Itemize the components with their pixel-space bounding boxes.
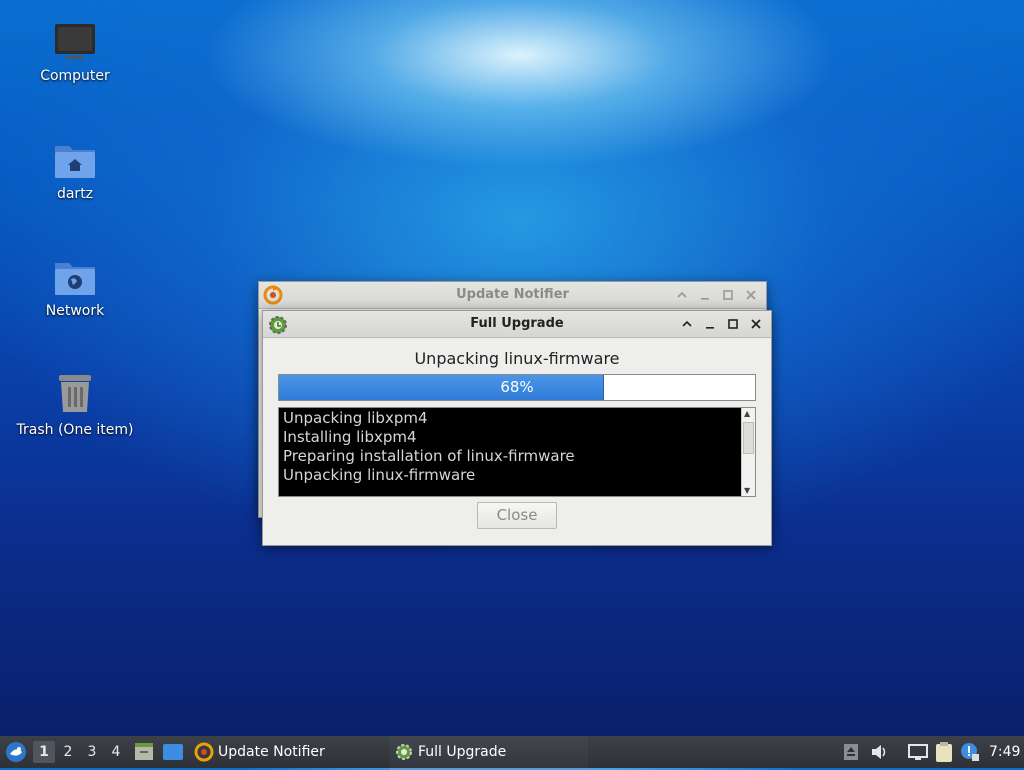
task-full-upgrade[interactable]: Full Upgrade: [390, 736, 588, 770]
full-upgrade-titlebar[interactable]: Full Upgrade: [263, 311, 771, 338]
maximize-button[interactable]: [723, 314, 742, 333]
trash-icon: [55, 372, 95, 416]
start-menu-button[interactable]: [5, 736, 27, 768]
clipboard-icon: [936, 742, 952, 762]
maximize-up-button[interactable]: [672, 285, 691, 304]
tray-update-notice[interactable]: [960, 736, 980, 768]
desktop-icon-network[interactable]: Network: [15, 257, 135, 319]
desktop-icon-trash[interactable]: Trash (One item): [15, 372, 135, 438]
close-button[interactable]: Close: [477, 502, 557, 529]
desktop-icon-computer[interactable]: Computer: [15, 22, 135, 84]
eject-icon: [844, 744, 858, 760]
log-line: Installing libxpm4: [283, 428, 417, 446]
lubuntu-logo-icon: [6, 742, 26, 762]
minimize-button[interactable]: [700, 314, 719, 333]
tray-clipboard[interactable]: [934, 736, 954, 768]
clock[interactable]: 7:49: [989, 736, 1020, 768]
home-folder-icon: [53, 140, 97, 180]
volume-icon: [872, 745, 886, 759]
upgrade-progress-bar: 68%: [278, 374, 756, 401]
workspace-2[interactable]: 2: [57, 741, 79, 763]
log-output[interactable]: Unpacking libxpm4 Installing libxpm4 Pre…: [278, 407, 756, 497]
tray-eject[interactable]: [843, 736, 859, 768]
tray-volume[interactable]: [870, 736, 890, 768]
computer-icon: [54, 22, 96, 62]
task-label: Full Upgrade: [418, 744, 507, 760]
workspace-1[interactable]: 1: [33, 741, 55, 763]
file-manager-launcher[interactable]: [134, 736, 154, 768]
maximize-up-button[interactable]: [677, 314, 696, 333]
close-icon[interactable]: [746, 314, 765, 333]
network-folder-icon: [53, 257, 97, 297]
log-line: Preparing installation of linux-firmware: [283, 447, 575, 465]
log-line: Unpacking libxpm4: [283, 409, 428, 427]
full-upgrade-window: Full Upgrade Unpacking linux-firmware 68…: [262, 310, 772, 546]
desktop-icon-home[interactable]: dartz: [15, 140, 135, 202]
maximize-button[interactable]: [718, 285, 737, 304]
update-notice-icon: [961, 743, 979, 761]
update-notifier-icon: [194, 742, 214, 762]
update-notifier-titlebar[interactable]: Update Notifier: [259, 282, 766, 309]
desktop-icon-label: Network: [45, 303, 105, 319]
log-scrollbar[interactable]: ▲ ▼: [741, 408, 755, 496]
gear-upgrade-icon: [396, 744, 412, 760]
task-label: Update Notifier: [218, 744, 325, 760]
minimize-button[interactable]: [695, 285, 714, 304]
scroll-thumb[interactable]: [743, 422, 754, 454]
desktop-icon: [163, 744, 183, 760]
close-icon[interactable]: [741, 285, 760, 304]
task-update-notifier[interactable]: Update Notifier: [194, 736, 384, 768]
desktop-icon-label: Trash (One item): [16, 422, 134, 438]
network-icon: [908, 744, 928, 760]
log-line: Unpacking linux-firmware: [283, 466, 476, 484]
workspace-4[interactable]: 4: [105, 741, 127, 763]
taskbar: 1 2 3 4 Update Notifier Full Upgrade 7:4…: [0, 736, 1024, 770]
desktop-icon-label: Computer: [40, 68, 110, 84]
desktop-icon-label: dartz: [56, 186, 94, 202]
tray-network[interactable]: [907, 736, 929, 768]
file-manager-icon: [135, 743, 153, 760]
status-text: Unpacking linux-firmware: [414, 349, 620, 368]
workspace-3[interactable]: 3: [81, 741, 103, 763]
scroll-down-icon[interactable]: ▼: [744, 486, 750, 495]
progress-percent: 68%: [500, 378, 534, 396]
scroll-up-icon[interactable]: ▲: [744, 409, 750, 418]
show-desktop-launcher[interactable]: [162, 736, 184, 768]
